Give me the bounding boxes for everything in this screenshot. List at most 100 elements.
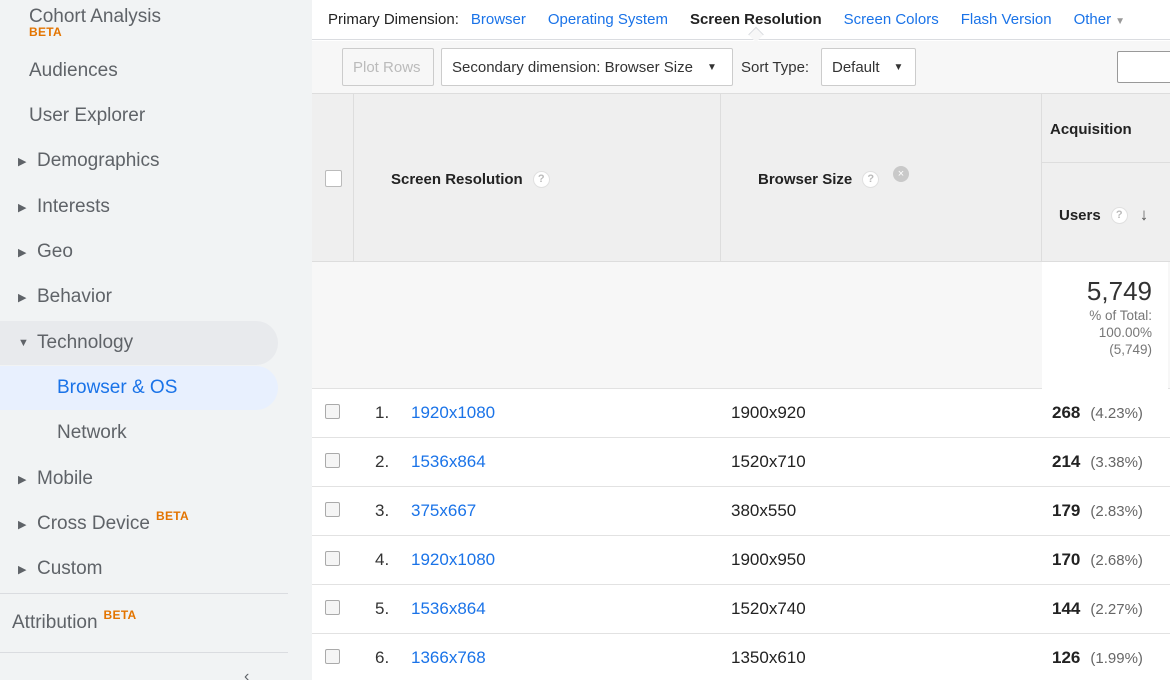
sidebar-item-label: User Explorer xyxy=(29,105,146,126)
row-checkbox[interactable] xyxy=(325,551,340,566)
help-icon[interactable]: ? xyxy=(532,170,550,188)
sidebar-item-label: Geo xyxy=(37,241,73,262)
plot-rows-button[interactable]: Plot Rows xyxy=(342,48,434,86)
caret-right-icon: ▶ xyxy=(18,246,27,259)
column-header-screen-resolution[interactable]: Screen Resolution ? xyxy=(391,168,550,190)
row-browser-size: 1520x710 xyxy=(731,452,806,471)
table-row: 2. 1536x864 1520x710 214 (3.38%) xyxy=(312,438,1170,487)
totals-users-value: 5,749 xyxy=(1086,276,1152,306)
sidebar-divider xyxy=(0,652,288,653)
row-users-pct: (2.83%) xyxy=(1090,502,1143,520)
primary-dimension-bar: Primary Dimension: Browser Operating Sys… xyxy=(312,0,1170,40)
row-users-pct: (4.23%) xyxy=(1090,404,1143,422)
dimension-current-screen-resolution: Screen Resolution xyxy=(689,11,822,28)
search-input[interactable] xyxy=(1117,51,1170,83)
sidebar-item-label: Attribution xyxy=(12,612,98,633)
sidebar-item-custom[interactable]: ▶ Custom xyxy=(0,547,102,591)
sidebar-item-cohort-analysis[interactable]: Cohort Analysis BETA xyxy=(0,0,161,44)
row-users-pct: (3.38%) xyxy=(1090,453,1143,471)
row-users: 126 (1.99%) xyxy=(1052,634,1143,680)
sidebar-item-label: Behavior xyxy=(37,286,112,307)
secondary-dimension-dropdown[interactable]: Secondary dimension: Browser Size ▼ xyxy=(441,48,733,86)
dimension-link-other[interactable]: Other ▼ xyxy=(1074,11,1125,28)
sidebar-item-technology[interactable]: ▼ Technology xyxy=(0,321,278,365)
dimension-link-operating-system[interactable]: Operating System xyxy=(548,11,668,28)
sidebar-item-demographics[interactable]: ▶ Demographics xyxy=(0,139,160,183)
row-checkbox[interactable] xyxy=(325,649,340,664)
table-row: 5. 1536x864 1520x740 144 (2.27%) xyxy=(312,585,1170,634)
sidebar-item-interests[interactable]: ▶ Interests xyxy=(0,185,110,229)
row-index: 5. xyxy=(375,599,390,618)
select-all-checkbox[interactable] xyxy=(325,170,342,187)
column-header-label: Browser Size xyxy=(758,170,853,188)
caret-right-icon: ▶ xyxy=(18,563,27,576)
sidebar-item-label: Interests xyxy=(37,196,110,217)
remove-secondary-dimension-icon[interactable]: × xyxy=(893,166,909,182)
row-users-pct: (2.68%) xyxy=(1090,551,1143,569)
row-users-value: 179 xyxy=(1052,501,1081,520)
caret-right-icon: ▶ xyxy=(18,291,27,304)
row-resolution-link[interactable]: 1536x864 xyxy=(411,438,486,486)
secondary-dimension-label: Secondary dimension: Browser Size xyxy=(452,58,693,76)
row-users-value: 170 xyxy=(1052,550,1081,569)
help-icon[interactable]: ? xyxy=(862,170,880,188)
sidebar-item-user-explorer[interactable]: User Explorer xyxy=(0,94,145,138)
row-index: 3. xyxy=(375,501,390,520)
beta-badge: BETA xyxy=(155,509,189,523)
help-icon[interactable]: ? xyxy=(1110,206,1128,224)
caret-down-icon: ▼ xyxy=(706,61,717,73)
sidebar-item-browser-os[interactable]: Browser & OS xyxy=(0,366,278,410)
column-header-browser-size[interactable]: Browser Size ? xyxy=(758,168,880,190)
column-divider xyxy=(720,94,721,262)
row-users: 170 (2.68%) xyxy=(1052,536,1143,584)
row-resolution-link[interactable]: 375x667 xyxy=(411,487,476,535)
group-divider xyxy=(1042,162,1170,163)
row-resolution-link[interactable]: 1366x768 xyxy=(411,634,486,680)
dimension-link-flash-version[interactable]: Flash Version xyxy=(961,11,1052,28)
row-users-value: 268 xyxy=(1052,403,1081,422)
totals-users: 5,749 % of Total: 100.00% (5,749) xyxy=(1042,262,1168,389)
sort-descending-icon[interactable]: ↓ xyxy=(1140,205,1149,225)
sidebar-item-geo[interactable]: ▶ Geo xyxy=(0,230,73,274)
column-header-label: Screen Resolution xyxy=(391,170,523,188)
sidebar-item-cross-device[interactable]: ▶ Cross Device BETA xyxy=(0,502,189,546)
dimension-link-browser[interactable]: Browser xyxy=(471,11,526,28)
sidebar-divider xyxy=(0,593,288,594)
dimension-link-screen-colors[interactable]: Screen Colors xyxy=(844,11,939,28)
row-users: 214 (3.38%) xyxy=(1052,438,1143,486)
row-resolution-link[interactable]: 1536x864 xyxy=(411,585,486,633)
collapse-sidebar-icon[interactable]: ‹ xyxy=(244,668,249,680)
sort-type-label: Sort Type: xyxy=(741,59,810,76)
row-users-pct: (1.99%) xyxy=(1090,649,1143,667)
row-browser-size: 1900x950 xyxy=(731,550,806,569)
totals-pct-label: % of Total: xyxy=(1089,308,1152,323)
sidebar-item-label: Cross Device xyxy=(37,513,150,534)
sidebar-item-behavior[interactable]: ▶ Behavior xyxy=(0,275,112,319)
table-row: 3. 375x667 380x550 179 (2.83%) xyxy=(312,487,1170,536)
row-checkbox[interactable] xyxy=(325,502,340,517)
row-index: 2. xyxy=(375,452,390,471)
row-users: 144 (2.27%) xyxy=(1052,585,1143,633)
caret-down-icon: ▼ xyxy=(893,61,904,73)
row-users-value: 126 xyxy=(1052,648,1081,667)
row-checkbox[interactable] xyxy=(325,453,340,468)
sidebar-item-mobile[interactable]: ▶ Mobile xyxy=(0,457,93,501)
sidebar-item-label: Custom xyxy=(37,558,103,579)
sidebar-item-label: Network xyxy=(57,422,127,443)
totals-abs-value: (5,749) xyxy=(1109,342,1152,357)
row-checkbox[interactable] xyxy=(325,404,340,419)
caret-right-icon: ▶ xyxy=(18,473,27,486)
plot-rows-label: Plot Rows xyxy=(353,58,421,76)
row-checkbox[interactable] xyxy=(325,600,340,615)
column-header-label: Users xyxy=(1059,206,1101,224)
sidebar-item-network[interactable]: Network xyxy=(0,411,127,455)
sort-type-dropdown[interactable]: Default ▼ xyxy=(821,48,916,86)
totals-pct-value: 100.00% xyxy=(1098,325,1152,340)
sidebar-item-audiences[interactable]: Audiences xyxy=(0,49,118,93)
sidebar-item-label: Browser & OS xyxy=(57,377,178,398)
table-row: 4. 1920x1080 1900x950 170 (2.68%) xyxy=(312,536,1170,585)
row-resolution-link[interactable]: 1920x1080 xyxy=(411,536,495,584)
column-header-users[interactable]: Users ? ↓ xyxy=(1059,204,1148,226)
sidebar-item-attribution[interactable]: Attribution BETA xyxy=(0,601,137,645)
row-resolution-link[interactable]: 1920x1080 xyxy=(411,389,495,437)
